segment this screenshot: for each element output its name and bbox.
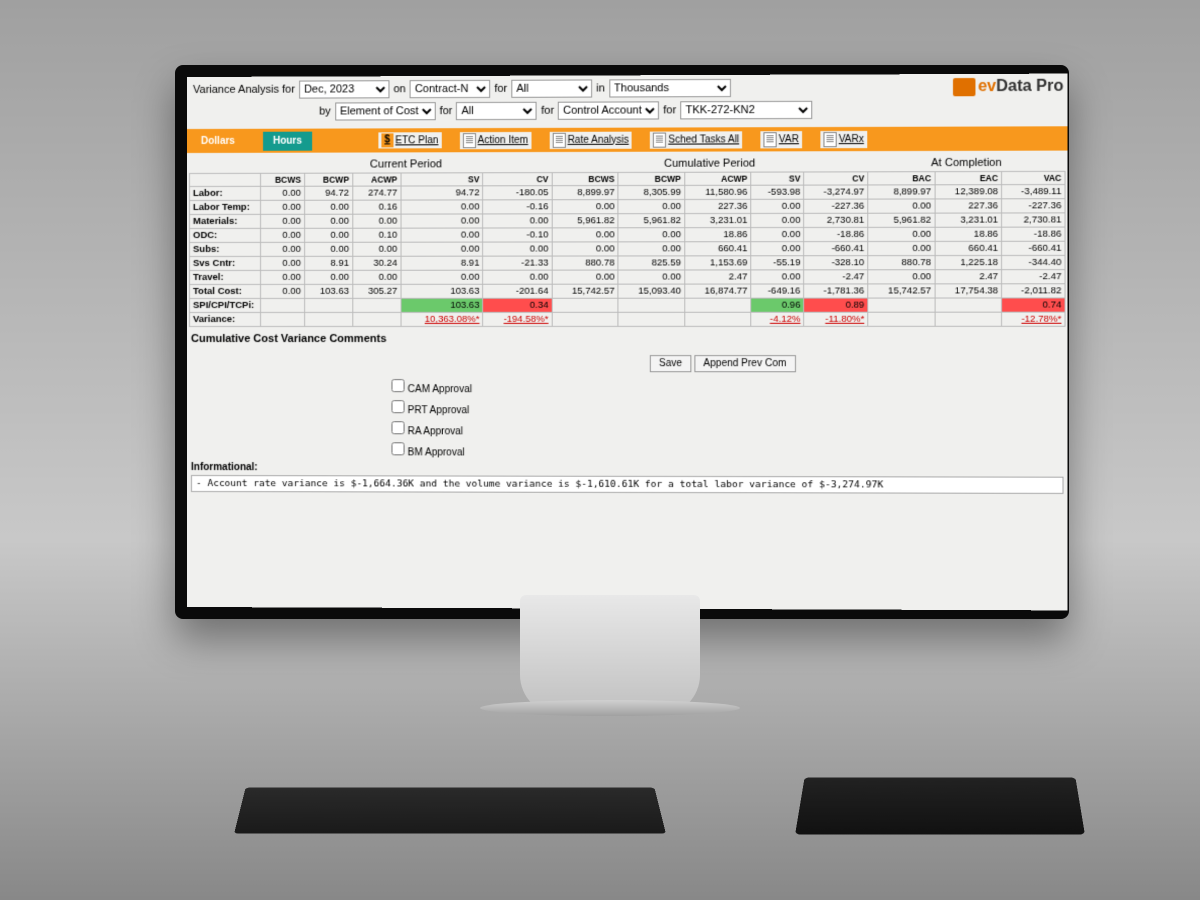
drawing-tablet [795,777,1085,834]
bm-approval-checkbox[interactable] [391,442,404,455]
variance-row: Variance: 10,363.08%*-194.58%* -4.12%-11… [189,312,1065,326]
spi-row: SPI/CPI/TCPi: 103.630.34 0.960.89 0.74 [189,298,1065,313]
document-icon [552,132,565,147]
element-select[interactable]: Element of Cost [335,102,436,120]
table-row: Subs:0.000.000.000.000.000.000.00660.410… [189,241,1065,256]
varx-link[interactable]: VARx [820,130,867,147]
label-for-4: for [663,104,676,116]
document-icon [463,133,476,148]
ra-approval-checkbox[interactable] [391,421,404,434]
section-current: Current Period [261,154,552,173]
table-row: Labor Temp:0.000.000.160.00-0.160.000.00… [189,199,1065,215]
document-icon [823,132,836,147]
label-variance-for: Variance Analysis for [193,84,295,96]
scope2-select[interactable]: All [456,102,537,120]
label-in: in [596,82,605,94]
table-row: Travel:0.000.000.000.000.000.000.002.470… [189,270,1065,285]
contract-select[interactable]: Contract-N [410,80,491,98]
label-for-3: for [541,105,554,117]
document-icon [764,132,777,147]
comments-title: Cumulative Cost Variance Comments [187,327,1068,351]
append-prev-button[interactable]: Append Prev Com [694,355,795,372]
section-cumulative: Cumulative Period [552,153,868,172]
action-item-link[interactable]: Action Item [460,131,532,148]
level-select[interactable]: Control Account [558,101,659,119]
tab-dollars[interactable]: Dollars [191,131,245,150]
app-screen: Variance Analysis for Dec, 2023 on Contr… [187,74,1068,611]
label-for-2: for [439,105,452,117]
var-link[interactable]: VAR [760,131,802,148]
label-on: on [393,83,405,95]
label-for-1: for [494,83,507,95]
filter-bar: Variance Analysis for Dec, 2023 on Contr… [187,74,1068,125]
label-by: by [319,106,331,118]
informational-text: - Account rate variance is $-1,664.36K a… [191,475,1064,494]
document-icon [653,132,666,147]
units-select[interactable]: Thousands [609,79,731,98]
cam-approval-checkbox[interactable] [391,379,404,392]
rate-analysis-link[interactable]: Rate Analysis [549,131,632,148]
sched-tasks-link[interactable]: Sched Tasks All [650,131,742,148]
keyboard [234,788,666,834]
app-logo: evData Pro [953,78,1063,97]
account-select[interactable]: TKK-272-KN2 [680,101,812,120]
save-button[interactable]: Save [650,355,691,372]
informational-label: Informational: [187,460,1068,477]
table-row: ODC:0.000.000.100.00-0.100.000.0018.860.… [189,227,1065,242]
tab-hours[interactable]: Hours [263,131,312,150]
period-select[interactable]: Dec, 2023 [299,80,389,98]
table-row: Total Cost:0.00103.63305.27103.63-201.64… [189,284,1065,299]
variance-table: Current Period Cumulative Period At Comp… [189,153,1066,327]
dollar-icon: $ [381,133,393,147]
prt-approval-checkbox[interactable] [391,400,404,413]
toolbar: Dollars Hours $ETC Plan Action Item Rate… [187,126,1068,153]
logo-icon [953,78,975,96]
etc-plan-link[interactable]: $ETC Plan [378,132,441,148]
scope1-select[interactable]: All [511,79,592,97]
table-row: Materials:0.000.000.000.000.005,961.825,… [189,213,1065,229]
table-row: Svs Cntr:0.008.9130.248.91-21.33880.7882… [189,255,1065,270]
approvals: CAM Approval PRT Approval RA Approval BM… [387,376,1067,461]
section-completion: At Completion [868,153,1065,172]
